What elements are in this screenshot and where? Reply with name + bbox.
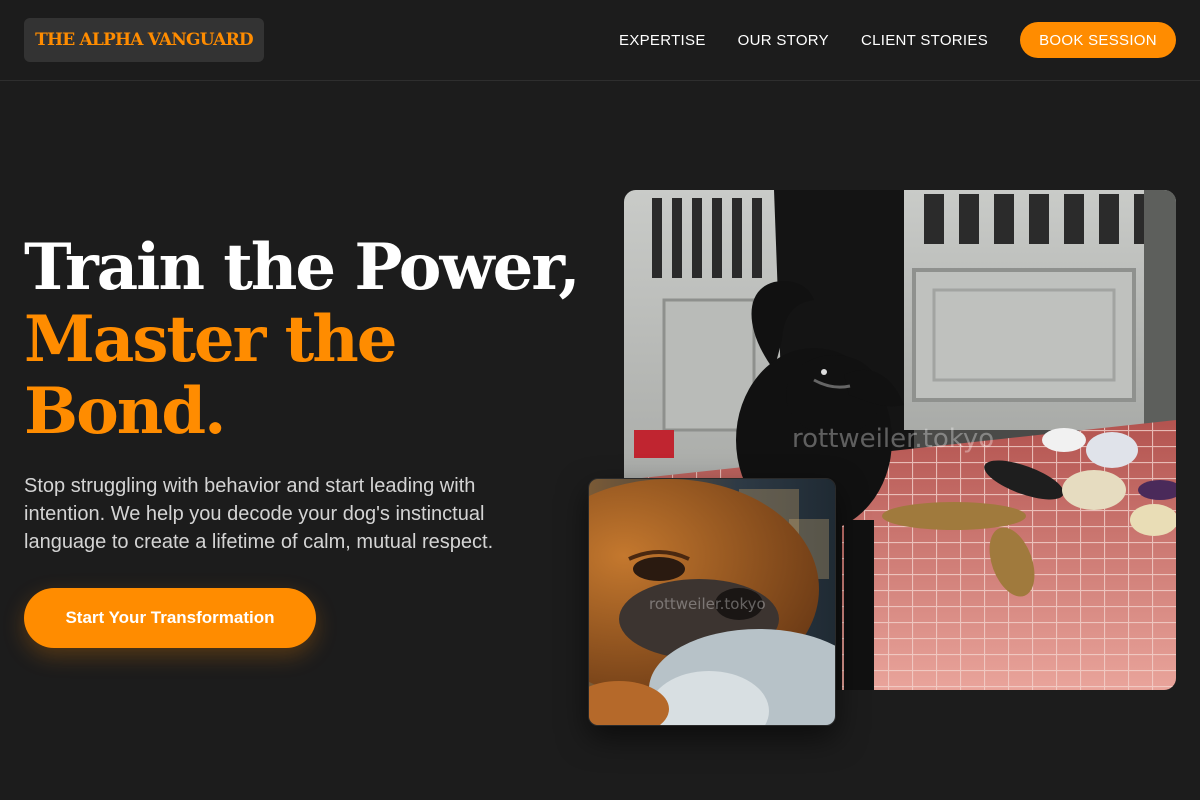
hero-subtitle: Stop struggling with behavior and start …: [24, 475, 494, 553]
site-header: THE ALPHA VANGUARD EXPERTISE OUR STORY C…: [0, 0, 1200, 81]
book-session-button[interactable]: BOOK SESSION: [1020, 22, 1176, 58]
hero-title-line-3: Bond.: [24, 374, 226, 449]
nav-link-our-story[interactable]: OUR STORY: [738, 32, 829, 49]
main-nav: EXPERTISE OUR STORY CLIENT STORIES BOOK …: [619, 22, 1176, 58]
hero-title: Train the Power, Master the Bond.: [24, 232, 604, 448]
nav-link-expertise[interactable]: EXPERTISE: [619, 32, 706, 49]
hero-photo-sleeping-dog: rottweiler.tokyo: [588, 478, 836, 726]
nav-link-client-stories[interactable]: CLIENT STORIES: [861, 32, 988, 49]
start-transformation-button[interactable]: Start Your Transformation: [24, 588, 316, 648]
hero-title-line-1: Train the Power,: [24, 230, 581, 305]
hero-title-line-2: Master the: [24, 302, 397, 377]
brand-logo-text: THE ALPHA VANGUARD: [35, 30, 254, 50]
sleeping-dog-illustration: [589, 479, 835, 725]
brand-logo[interactable]: THE ALPHA VANGUARD: [24, 18, 264, 62]
